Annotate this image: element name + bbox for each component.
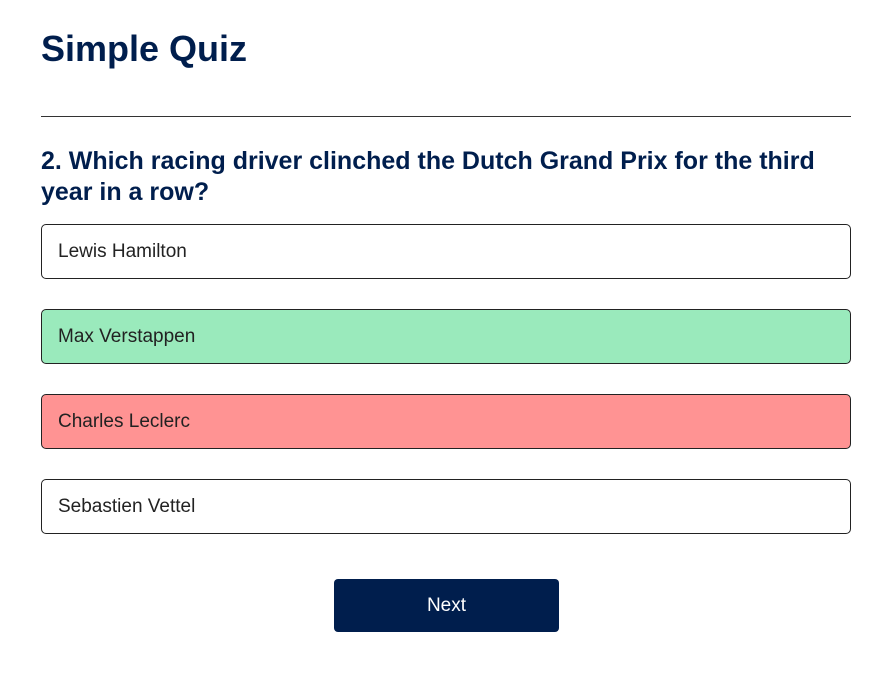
question-text: 2. Which racing driver clinched the Dutc… <box>41 147 815 206</box>
answer-label: Lewis Hamilton <box>58 240 187 262</box>
answer-button-max-verstappen[interactable]: Max Verstappen <box>41 309 851 364</box>
next-button[interactable]: Next <box>334 579 559 632</box>
answer-button-lewis-hamilton[interactable]: Lewis Hamilton <box>41 224 851 279</box>
title-divider <box>41 116 851 117</box>
answer-list: Lewis Hamilton Max Verstappen Charles Le… <box>41 224 851 564</box>
answer-label: Max Verstappen <box>58 325 196 347</box>
quiz-app: Simple Quiz 2. Which racing driver clinc… <box>0 0 888 697</box>
answer-button-charles-leclerc[interactable]: Charles Leclerc <box>41 394 851 449</box>
answer-label: Charles Leclerc <box>58 410 190 432</box>
answer-button-sebastien-vettel[interactable]: Sebastien Vettel <box>41 479 851 534</box>
next-button-label: Next <box>426 594 467 616</box>
answer-label: Sebastien Vettel <box>58 495 196 517</box>
page-title: Simple Quiz <box>41 28 248 69</box>
